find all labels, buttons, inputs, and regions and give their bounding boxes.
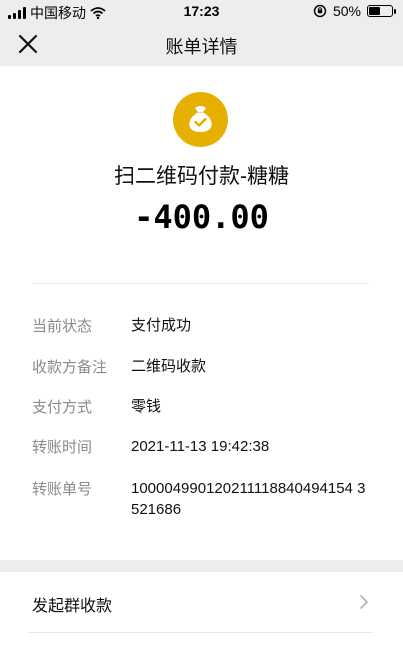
merchant-name: 扫二维码付款-糖糖 — [114, 165, 289, 188]
amount: -400.00 — [134, 198, 269, 236]
detail-label: 收款方备注 — [32, 359, 108, 376]
action-list: 发起群收款 — [0, 572, 403, 660]
battery-fill — [369, 7, 380, 15]
status-right: 50% — [313, 3, 396, 19]
detail-value: 零钱 — [131, 398, 162, 415]
nav-bar: 账单详情 — [0, 22, 403, 66]
detail-value: 二维码收款 — [131, 358, 207, 375]
battery-icon — [367, 5, 396, 17]
group-collect-button[interactable]: 发起群收款 — [32, 592, 112, 616]
battery-percent: 50% — [332, 3, 361, 19]
detail-label: 支付方式 — [32, 399, 93, 416]
page-title: 账单详情 — [165, 37, 238, 57]
orientation-lock-icon — [313, 4, 327, 18]
chevron-right-icon — [360, 595, 368, 609]
money-bag-icon — [173, 92, 228, 147]
detail-value[interactable]: 100004990120211118840494154 3521686 — [131, 478, 371, 520]
detail-label: 当前状态 — [32, 318, 93, 335]
bill-card: 扫二维码付款-糖糖 -400.00 当前状态 支付成功 收款方备注 二维码收款 … — [0, 66, 403, 560]
detail-value: 支付成功 — [131, 317, 192, 334]
status-bar: 中国移动 17:23 50% — [0, 0, 403, 22]
divider — [32, 283, 369, 284]
detail-label: 转账单号 — [32, 481, 93, 498]
detail-value: 2021-11-13 19:42:38 — [131, 438, 270, 455]
detail-label: 转账时间 — [32, 439, 93, 456]
divider — [28, 632, 373, 633]
